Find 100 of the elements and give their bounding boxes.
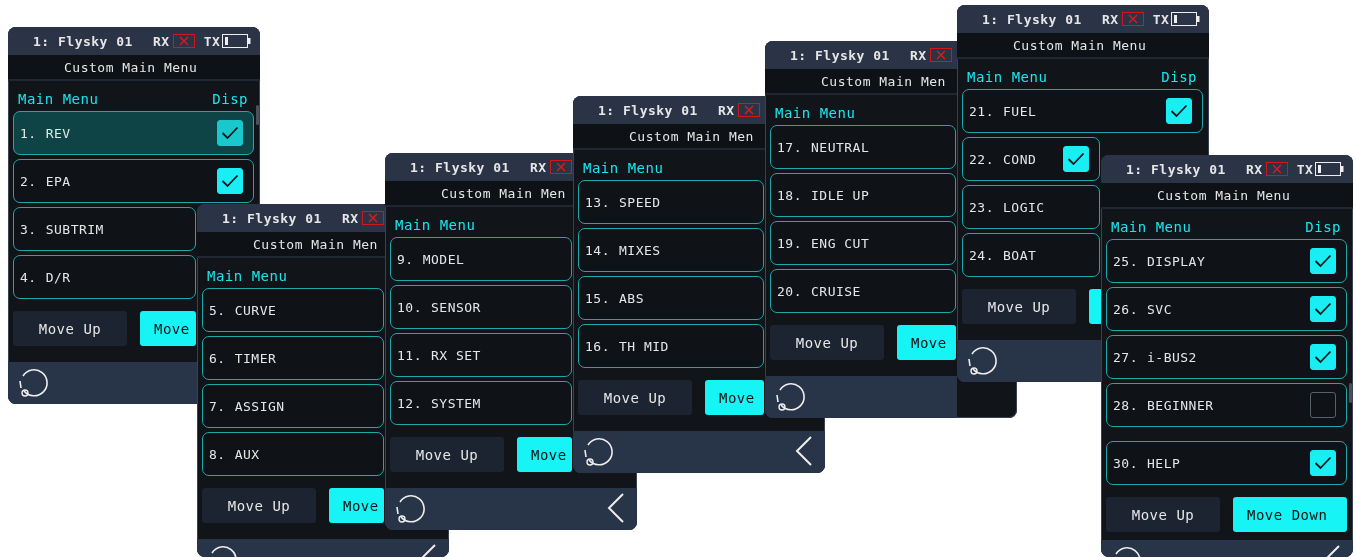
screen-title: Custom Main Men	[253, 236, 378, 252]
row-number: 8.	[209, 446, 226, 462]
row-label: ENG CUT	[811, 235, 870, 251]
row-number: 26.	[1113, 301, 1138, 317]
row-label: DISPLAY	[1147, 253, 1206, 269]
action-button[interactable]: Move Up	[202, 488, 316, 523]
row-number: 16.	[585, 338, 610, 354]
cross-box-icon	[172, 34, 195, 48]
screen-title: Custom Main Men	[821, 73, 946, 89]
menu-row[interactable]: 20. CRUISE	[770, 269, 956, 313]
menu-row[interactable]: 10. SENSOR	[390, 285, 572, 329]
action-button[interactable]: Move Up	[1106, 497, 1220, 532]
menu-row[interactable]: 4. D/R	[13, 255, 196, 299]
menu-row[interactable]: 3. SUBTRIM	[13, 207, 196, 251]
menu-row[interactable]: 22. COND	[962, 137, 1100, 181]
cross-box-icon	[549, 160, 572, 174]
menu-row[interactable]: 14. MIXES	[578, 228, 764, 272]
menu-row[interactable]: 5. CURVE	[202, 288, 384, 332]
action-button[interactable]: Move Up	[390, 437, 504, 472]
action-button[interactable]: Move Up	[770, 325, 884, 360]
menu-row[interactable]: 1. REV	[13, 111, 254, 155]
action-button[interactable]: Move	[705, 380, 764, 415]
checkbox[interactable]	[217, 120, 243, 146]
menu-row[interactable]: 6. TIMER	[202, 336, 384, 380]
row-number: 17.	[777, 139, 802, 155]
scrollbar-thumb	[256, 105, 259, 125]
row-number: 18.	[777, 187, 802, 203]
row-number: 30.	[1113, 455, 1138, 471]
row-number: 10.	[397, 299, 422, 315]
model-name: 1: Flysky 01	[410, 159, 511, 175]
check-icon	[1314, 456, 1332, 470]
menu-row[interactable]: 8. AUX	[202, 432, 384, 476]
menu-row[interactable]: 18. IDLE UP	[770, 173, 956, 217]
rx-label: RX	[153, 33, 170, 49]
row-label: SENSOR	[431, 299, 481, 315]
menu-row[interactable]: 2. EPA	[13, 159, 254, 203]
row-label: REV	[45, 125, 71, 141]
action-button[interactable]: Move	[517, 437, 572, 472]
row-label: HELP	[1147, 455, 1181, 471]
screen-title: Custom Main Menu	[1013, 37, 1147, 53]
menu-row[interactable]: 27. i-BUS2	[1106, 335, 1347, 379]
check-icon	[221, 126, 239, 140]
cross-box-icon	[929, 48, 952, 62]
menu-row[interactable]: 21. FUEL	[962, 89, 1203, 133]
row-label: ABS	[619, 290, 644, 306]
row-label: NEUTRAL	[811, 139, 870, 155]
row-label: AUX	[234, 446, 260, 462]
row-number: 13.	[585, 194, 610, 210]
model-name: 1: Flysky 01	[982, 11, 1083, 27]
menu-row[interactable]: 15. ABS	[578, 276, 764, 320]
screen-title: Custom Main Menu	[1157, 187, 1291, 203]
back-icon[interactable]	[795, 436, 813, 466]
back-icon[interactable]	[607, 493, 625, 523]
menu-row[interactable]: 16. TH MID	[578, 324, 764, 368]
row-number: 12.	[397, 395, 422, 411]
action-button[interactable]: Move Up	[962, 289, 1076, 324]
back-icon[interactable]	[419, 544, 437, 557]
menu-row[interactable]: 12. SYSTEM	[390, 381, 572, 425]
section-label: Main Menu	[967, 69, 1048, 85]
menu-row[interactable]: 25. DISPLAY	[1106, 239, 1347, 283]
menu-row[interactable]: 26. SVC	[1106, 287, 1347, 331]
menu-row[interactable]: 17. NEUTRAL	[770, 125, 956, 169]
row-label: i-BUS2	[1147, 349, 1197, 365]
column-label: Disp	[1305, 219, 1341, 235]
menu-row[interactable]: 30. HELP	[1106, 441, 1347, 485]
tx-label: TX	[203, 33, 221, 49]
row-number: 24.	[969, 247, 994, 263]
action-button[interactable]: Move	[140, 311, 196, 346]
tx-label: TX	[1296, 161, 1314, 177]
check-icon	[1067, 152, 1085, 166]
menu-row[interactable]: 13. SPEED	[578, 180, 764, 224]
action-button[interactable]: Move Down	[1233, 497, 1347, 532]
check-icon	[221, 174, 239, 188]
menu-row[interactable]: 23. LOGIC	[962, 185, 1100, 229]
model-name: 1: Flysky 01	[33, 33, 134, 49]
menu-row[interactable]: 7. ASSIGN	[202, 384, 384, 428]
row-label: EPA	[45, 173, 71, 189]
menu-row[interactable]: 28. BEGINNER	[1106, 383, 1347, 427]
action-button[interactable]: Move Up	[578, 380, 692, 415]
checkbox[interactable]	[1310, 392, 1336, 418]
row-number: 2.	[20, 173, 37, 189]
row-number: 7.	[209, 398, 226, 414]
action-button[interactable]: Move Up	[13, 311, 127, 346]
row-label: TIMER	[234, 350, 277, 366]
row-number: 19.	[777, 235, 802, 251]
row-number: 1.	[20, 125, 37, 141]
battery-icon	[1171, 12, 1201, 26]
rx-label: RX	[718, 102, 735, 118]
menu-row[interactable]: 19. ENG CUT	[770, 221, 956, 265]
action-button[interactable]: Move	[329, 488, 384, 523]
model-name: 1: Flysky 01	[790, 47, 891, 63]
menu-row[interactable]: 11. RX SET	[390, 333, 572, 377]
battery-icon	[1315, 162, 1345, 176]
row-number: 15.	[585, 290, 610, 306]
menu-row[interactable]: 9. MODEL	[390, 237, 572, 281]
action-button[interactable]: Move	[897, 325, 956, 360]
section-label: Main Menu	[583, 160, 664, 176]
section-label: Main Menu	[207, 268, 288, 284]
cross-box-icon	[1265, 162, 1288, 176]
menu-row[interactable]: 24. BOAT	[962, 233, 1100, 277]
